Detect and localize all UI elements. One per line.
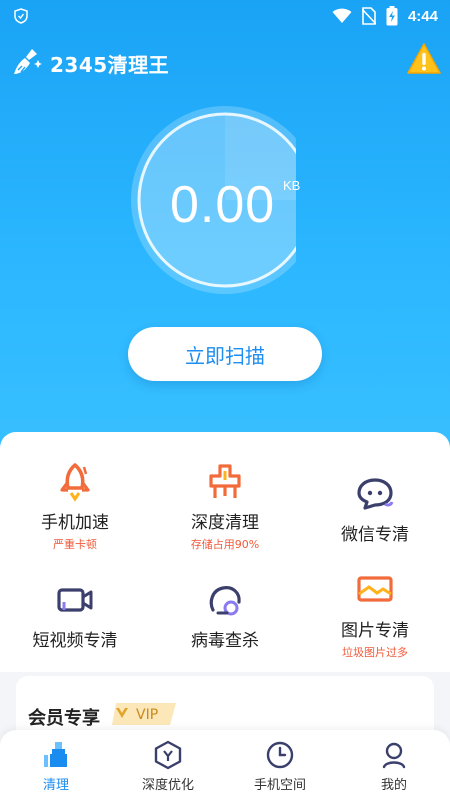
tool-name: 手机加速 bbox=[41, 513, 109, 533]
tool-name: 短视频专清 bbox=[32, 631, 118, 651]
tool-name: 病毒查杀 bbox=[191, 631, 259, 651]
nav-item-clean[interactable]: 清理 bbox=[0, 740, 112, 793]
tool-short-video-clean[interactable]: 短视频专清 bbox=[0, 580, 150, 651]
wifi-icon bbox=[332, 8, 352, 23]
tool-picture-clean[interactable]: 图片专清 垃圾图片过多 bbox=[300, 570, 450, 660]
broom-logo-icon bbox=[14, 49, 42, 74]
tool-name: 图片专清 bbox=[341, 621, 409, 641]
wechat-icon bbox=[357, 478, 394, 510]
nav-item-deep-optimize[interactable]: 深度优化 bbox=[112, 740, 224, 793]
picture-icon bbox=[357, 576, 393, 602]
tool-status: 严重卡顿 bbox=[53, 538, 97, 551]
rocket-icon bbox=[60, 463, 90, 502]
virus-icon bbox=[209, 586, 241, 616]
status-bar: 4:44 bbox=[0, 0, 450, 32]
nav-item-phone-space[interactable]: 手机空间 bbox=[224, 740, 336, 793]
tool-status: 存储占用90% bbox=[190, 538, 260, 551]
deep-clean-icon bbox=[209, 464, 241, 498]
profile-icon bbox=[382, 742, 406, 769]
nav-label: 我的 bbox=[380, 778, 407, 793]
scan-now-button[interactable]: 立即扫描 bbox=[128, 327, 322, 381]
app-title: 2345清理王 bbox=[50, 53, 170, 77]
tool-name: 深度清理 bbox=[191, 513, 259, 533]
battery-charging-icon bbox=[386, 6, 398, 26]
nav-label: 手机空间 bbox=[253, 778, 306, 793]
app-header: 2345清理王 bbox=[0, 40, 450, 84]
tool-wechat-clean[interactable]: 微信专清 bbox=[300, 474, 450, 545]
tool-status: 垃圾图片过多 bbox=[342, 646, 408, 659]
nav-label: 深度优化 bbox=[141, 778, 194, 793]
tool-virus-scan[interactable]: 病毒查杀 bbox=[150, 580, 300, 651]
nav-label: 清理 bbox=[42, 778, 69, 793]
junk-size-unit: KB bbox=[283, 178, 301, 193]
storage-gauge: 0.00 bbox=[130, 105, 296, 297]
nav-item-profile[interactable]: 我的 bbox=[338, 740, 450, 793]
optimize-icon bbox=[154, 740, 182, 770]
clean-icon bbox=[44, 742, 67, 767]
junk-size-value: 0.00 bbox=[170, 176, 276, 234]
tools-card: 手机加速 严重卡顿 深度清理 存储占用90% 微信专清 短视频专清 病毒查杀 图… bbox=[0, 432, 450, 672]
warning-icon[interactable] bbox=[406, 42, 442, 76]
video-icon bbox=[57, 588, 93, 612]
bottom-navigation: 清理 深度优化 手机空间 我的 bbox=[0, 730, 450, 800]
shield-icon bbox=[14, 8, 28, 24]
no-sim-icon bbox=[361, 7, 376, 25]
member-title: 会员专享 bbox=[28, 708, 100, 729]
tool-deep-clean[interactable]: 深度清理 存储占用90% bbox=[150, 462, 300, 552]
vip-badge: VIP bbox=[112, 703, 176, 725]
status-time: 4:44 bbox=[407, 7, 438, 25]
clock-icon bbox=[266, 741, 294, 769]
tool-name: 微信专清 bbox=[341, 525, 409, 545]
vip-badge-text: VIP bbox=[136, 707, 158, 723]
tool-phone-boost[interactable]: 手机加速 严重卡顿 bbox=[0, 462, 150, 552]
